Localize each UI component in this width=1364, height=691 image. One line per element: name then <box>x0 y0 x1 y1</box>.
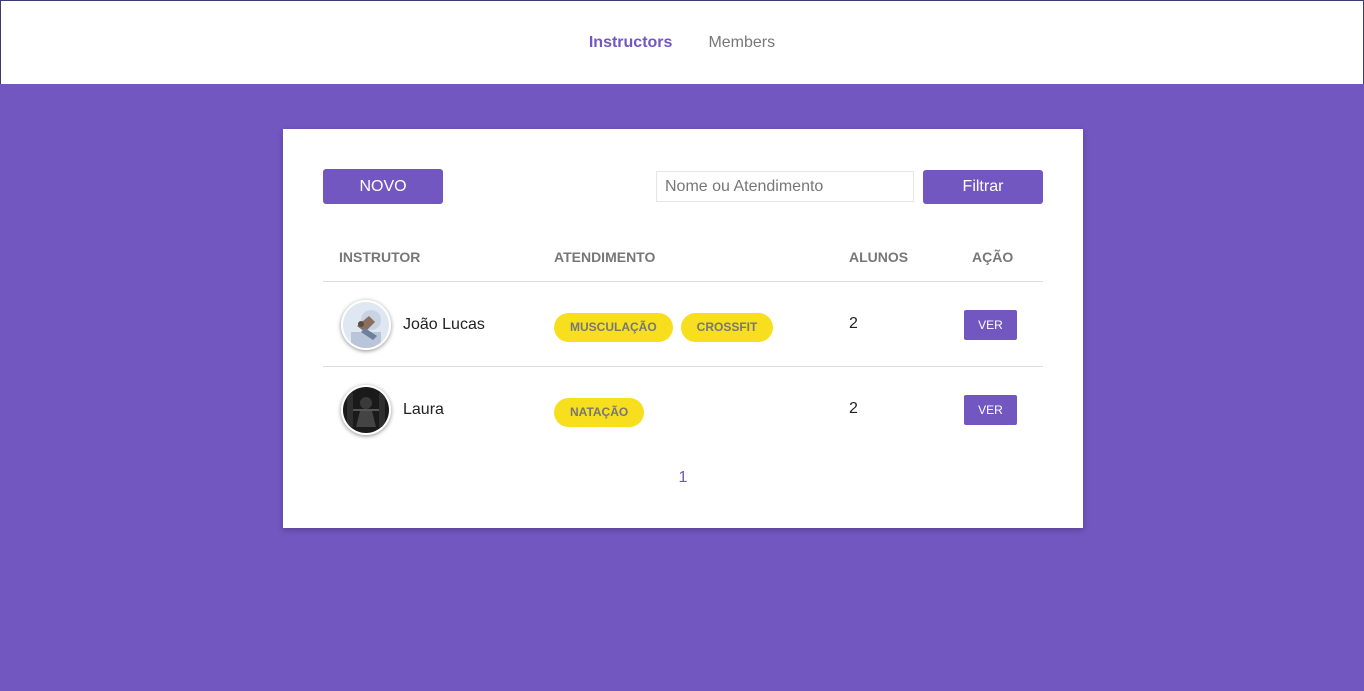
instructors-table: INSTRUTOR ATENDIMENTO ALUNOS AÇÃO João L… <box>323 232 1043 451</box>
table-row: Laura NATAÇÃO 2 VER <box>323 367 1043 451</box>
avatar <box>341 385 391 435</box>
instructor-name: João Lucas <box>403 316 485 333</box>
column-header-action: AÇÃO <box>972 249 1014 265</box>
instructors-card: NOVO Filtrar INSTRUTOR ATENDIMENTO ALUNO… <box>283 129 1083 528</box>
service-tag: NATAÇÃO <box>554 398 645 427</box>
pagination-page-link[interactable]: 1 <box>679 469 688 486</box>
table-row: João Lucas MUSCULAÇÃO CROSSFIT 2 VER <box>323 282 1043 367</box>
avatar-photo-dark-icon <box>343 387 389 433</box>
nav-link-members[interactable]: Members <box>708 34 775 52</box>
avatar <box>341 300 391 350</box>
column-header-instructor: INSTRUTOR <box>339 249 421 265</box>
column-header-students: ALUNOS <box>849 249 909 265</box>
pagination: 1 <box>283 469 1083 487</box>
table-header: INSTRUTOR ATENDIMENTO ALUNOS AÇÃO <box>323 232 1043 282</box>
avatar-photo-light-icon <box>343 302 389 348</box>
student-count: 2 <box>849 315 858 332</box>
search-input[interactable] <box>656 171 914 202</box>
service-tags: MUSCULAÇÃO CROSSFIT <box>554 313 774 342</box>
new-instructor-button[interactable]: NOVO <box>323 169 443 204</box>
student-count: 2 <box>849 400 858 417</box>
service-tag: MUSCULAÇÃO <box>554 313 673 342</box>
view-instructor-button[interactable]: VER <box>964 395 1017 425</box>
column-header-services: ATENDIMENTO <box>554 249 656 265</box>
filter-button[interactable]: Filtrar <box>923 170 1043 204</box>
top-navbar: Instructors Members <box>0 0 1364 84</box>
nav-link-instructors[interactable]: Instructors <box>589 34 673 52</box>
service-tags: NATAÇÃO <box>554 398 645 427</box>
main-nav: Instructors Members <box>1 34 1363 52</box>
service-tag: CROSSFIT <box>680 313 774 342</box>
instructor-name: Laura <box>403 401 444 418</box>
view-instructor-button[interactable]: VER <box>964 310 1017 340</box>
